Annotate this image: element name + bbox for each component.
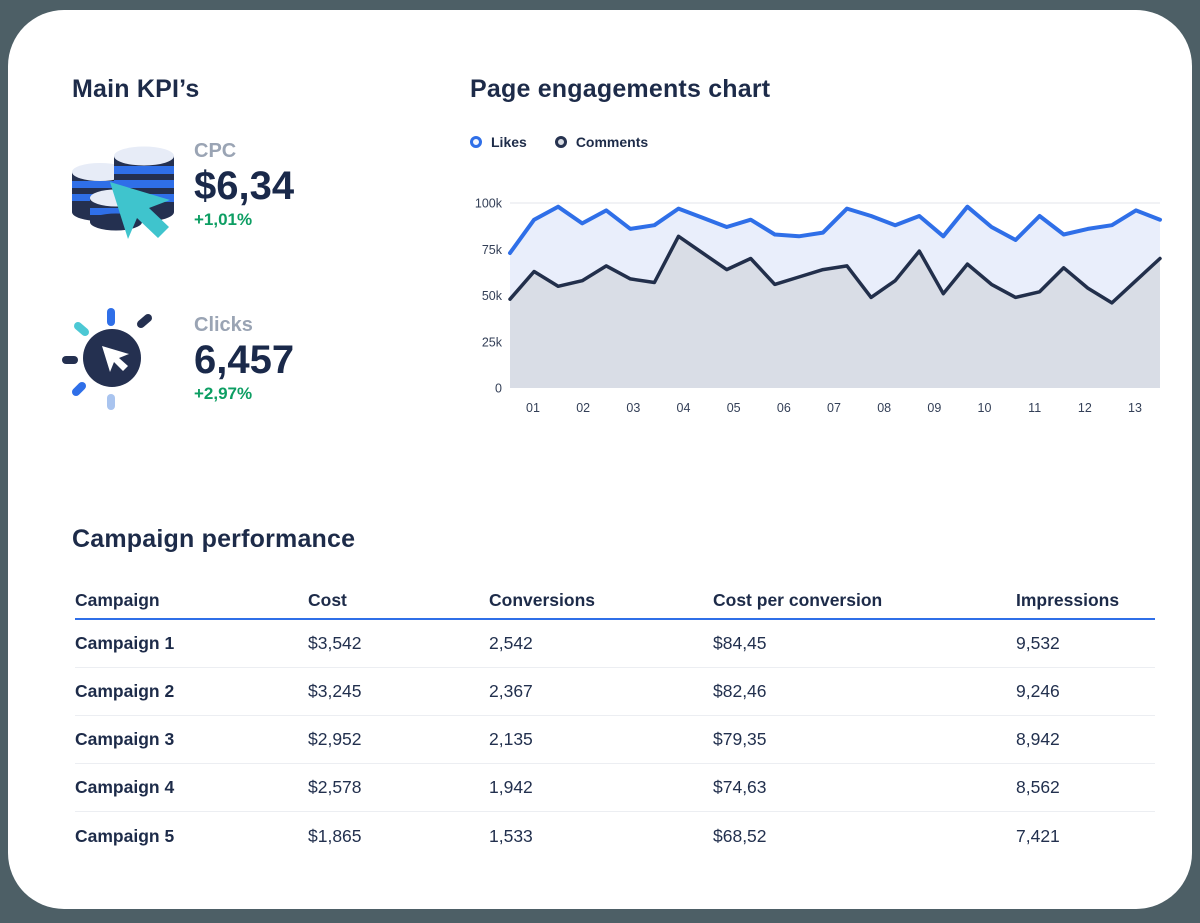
table-cell: 1,533 bbox=[489, 826, 713, 847]
table-cell: $2,952 bbox=[308, 729, 489, 750]
campaign-performance-title: Campaign performance bbox=[72, 525, 355, 554]
table-cell: $84,45 bbox=[713, 633, 1016, 654]
x-axis-tick-label: 05 bbox=[727, 401, 741, 415]
table-row: Campaign 2$3,2452,367$82,469,246 bbox=[75, 668, 1155, 716]
table-body: Campaign 1$3,5422,542$84,459,532Campaign… bbox=[75, 620, 1155, 860]
table-cell: $3,542 bbox=[308, 633, 489, 654]
table-row: Campaign 5$1,8651,533$68,527,421 bbox=[75, 812, 1155, 860]
x-axis-tick-label: 13 bbox=[1128, 401, 1142, 415]
column-header-cost: Cost bbox=[308, 590, 489, 611]
column-header-campaign: Campaign bbox=[75, 590, 308, 611]
x-axis-tick-label: 04 bbox=[677, 401, 691, 415]
x-axis-tick-label: 06 bbox=[777, 401, 791, 415]
chart-legend: Likes Comments bbox=[470, 134, 648, 150]
y-axis-tick-label: 75k bbox=[482, 243, 503, 257]
main-kpis-title: Main KPI’s bbox=[72, 75, 200, 104]
x-axis-tick-label: 12 bbox=[1078, 401, 1092, 415]
x-axis-tick-label: 09 bbox=[927, 401, 941, 415]
campaign-name-cell: Campaign 2 bbox=[75, 681, 308, 702]
click-burst-icon bbox=[58, 300, 176, 418]
table-cell: 2,542 bbox=[489, 633, 713, 654]
table-cell: 2,367 bbox=[489, 681, 713, 702]
x-axis-tick-label: 01 bbox=[526, 401, 540, 415]
kpi-clicks-change: +2,97% bbox=[194, 384, 294, 404]
kpi-cpc-value: $6,34 bbox=[194, 165, 294, 208]
kpi-clicks-value: 6,457 bbox=[194, 339, 294, 382]
campaign-table: CampaignCostConversionsCost per conversi… bbox=[75, 582, 1155, 860]
x-axis-tick-label: 11 bbox=[1028, 401, 1041, 415]
legend-item-likes[interactable]: Likes bbox=[470, 134, 527, 150]
engagements-chart-title: Page engagements chart bbox=[470, 75, 770, 104]
dashboard-card: Main KPI’s bbox=[8, 10, 1192, 909]
table-cell: 8,942 bbox=[1016, 729, 1155, 750]
engagements-chart: 100k 75k 50k 25k 0 01 02 03 04 05 06 07 08 09 10 11 12 13 bbox=[455, 188, 1165, 428]
table-cell: $3,245 bbox=[308, 681, 489, 702]
coins-cursor-icon bbox=[58, 126, 176, 244]
x-axis-tick-label: 02 bbox=[576, 401, 590, 415]
table-cell: $1,865 bbox=[308, 826, 489, 847]
column-header-cost-per-conversion: Cost per conversion bbox=[713, 590, 1016, 611]
campaign-name-cell: Campaign 3 bbox=[75, 729, 308, 750]
table-cell: $82,46 bbox=[713, 681, 1016, 702]
table-cell: 8,562 bbox=[1016, 777, 1155, 798]
table-cell: $68,52 bbox=[713, 826, 1016, 847]
table-row: Campaign 1$3,5422,542$84,459,532 bbox=[75, 620, 1155, 668]
likes-legend-ring-icon bbox=[470, 136, 482, 148]
table-cell: $74,63 bbox=[713, 777, 1016, 798]
comments-legend-label: Comments bbox=[576, 134, 648, 150]
likes-legend-label: Likes bbox=[491, 134, 527, 150]
table-cell: $79,35 bbox=[713, 729, 1016, 750]
kpi-cpc-label: CPC bbox=[194, 140, 294, 163]
table-cell: 9,532 bbox=[1016, 633, 1155, 654]
campaign-name-cell: Campaign 1 bbox=[75, 633, 308, 654]
x-axis-tick-label: 03 bbox=[626, 401, 640, 415]
campaign-name-cell: Campaign 5 bbox=[75, 826, 308, 847]
column-header-conversions: Conversions bbox=[489, 590, 713, 611]
legend-item-comments[interactable]: Comments bbox=[555, 134, 648, 150]
table-row: Campaign 3$2,9522,135$79,358,942 bbox=[75, 716, 1155, 764]
kpi-clicks-label: Clicks bbox=[194, 314, 294, 337]
table-cell: 1,942 bbox=[489, 777, 713, 798]
table-cell: $2,578 bbox=[308, 777, 489, 798]
table-cell: 2,135 bbox=[489, 729, 713, 750]
x-axis-tick-label: 08 bbox=[877, 401, 891, 415]
y-axis-tick-label: 0 bbox=[495, 382, 502, 396]
y-axis-tick-label: 50k bbox=[482, 289, 503, 303]
x-axis-tick-label: 07 bbox=[827, 401, 841, 415]
table-header-row: CampaignCostConversionsCost per conversi… bbox=[75, 582, 1155, 620]
table-cell: 9,246 bbox=[1016, 681, 1155, 702]
comments-legend-ring-icon bbox=[555, 136, 567, 148]
kpi-cpc: CPC $6,34 +1,01% bbox=[58, 126, 294, 244]
kpi-cpc-change: +1,01% bbox=[194, 210, 294, 230]
kpi-clicks: Clicks 6,457 +2,97% bbox=[58, 300, 294, 418]
y-axis-tick-label: 25k bbox=[482, 335, 503, 349]
x-axis-tick-label: 10 bbox=[978, 401, 992, 415]
campaign-name-cell: Campaign 4 bbox=[75, 777, 308, 798]
column-header-impressions: Impressions bbox=[1016, 590, 1155, 611]
table-row: Campaign 4$2,5781,942$74,638,562 bbox=[75, 764, 1155, 812]
table-cell: 7,421 bbox=[1016, 826, 1155, 847]
y-axis-tick-label: 100k bbox=[475, 197, 503, 211]
